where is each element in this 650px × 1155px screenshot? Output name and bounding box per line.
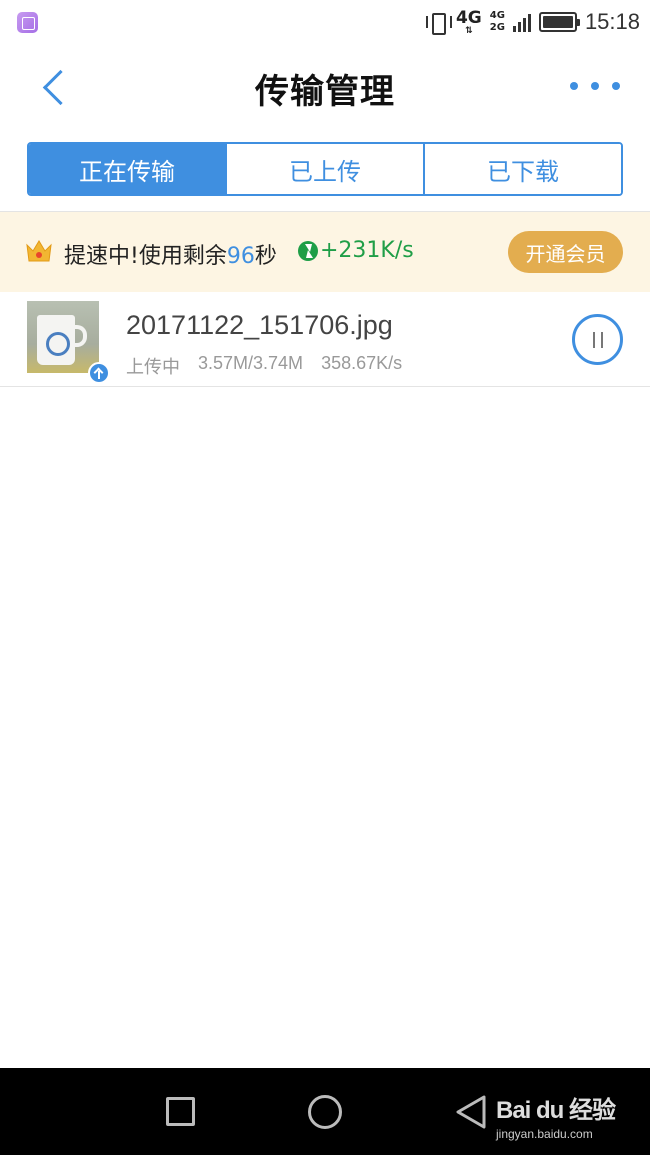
status-bar: 4G ⇅ 4G 2G 15:18 bbox=[0, 0, 650, 44]
home-icon[interactable] bbox=[308, 1095, 342, 1129]
upload-arrow-icon bbox=[88, 362, 110, 384]
pause-button[interactable] bbox=[572, 314, 623, 365]
transfer-status: 上传中 bbox=[126, 357, 180, 377]
remaining-seconds: 96 bbox=[226, 244, 255, 269]
system-nav-bar: Bai du 经验 jingyan.baidu.com bbox=[0, 1068, 650, 1155]
more-options-icon[interactable] bbox=[570, 74, 620, 98]
open-vip-button[interactable]: 开通会员 bbox=[508, 231, 623, 273]
tab-uploaded[interactable]: 已上传 bbox=[225, 144, 423, 194]
speedup-text: 提速中!使用剩余96秒 bbox=[64, 244, 277, 269]
dual-sim-indicator: 4G 2G bbox=[489, 10, 505, 33]
speedup-banner: 提速中!使用剩余96秒 +231K/s 开通会员 bbox=[0, 212, 650, 292]
status-icons: 4G ⇅ 4G 2G 15:18 bbox=[425, 6, 640, 38]
lightning-icon bbox=[298, 240, 318, 261]
signal-icon bbox=[512, 12, 531, 32]
baidu-watermark: Bai du 经验 jingyan.baidu.com bbox=[496, 1097, 616, 1141]
transfer-meta: 上传中 3.57M/3.74M 358.67K/s bbox=[126, 353, 402, 379]
gallery-notification-icon bbox=[17, 12, 38, 33]
transfer-tabs: 正在传输 已上传 已下载 bbox=[27, 142, 623, 196]
clock: 15:18 bbox=[584, 9, 640, 34]
app-header: 传输管理 bbox=[0, 44, 650, 130]
vibrate-icon bbox=[425, 11, 452, 35]
recent-apps-icon[interactable] bbox=[166, 1097, 195, 1126]
file-thumbnail bbox=[27, 301, 99, 373]
tab-transferring[interactable]: 正在传输 bbox=[29, 144, 225, 194]
transfer-item[interactable]: 20171122_151706.jpg 上传中 3.57M/3.74M 358.… bbox=[0, 292, 650, 387]
pause-icon bbox=[592, 331, 595, 348]
battery-icon bbox=[538, 12, 580, 32]
network-type: 4G ⇅ bbox=[455, 8, 482, 36]
transfer-speed: 358.67K/s bbox=[321, 353, 403, 373]
speed-boost: +231K/s bbox=[298, 238, 414, 263]
file-name: 20171122_151706.jpg bbox=[126, 310, 393, 340]
transfer-progress: 3.57M/3.74M bbox=[198, 353, 304, 373]
tab-downloaded[interactable]: 已下载 bbox=[423, 144, 621, 194]
crown-icon bbox=[26, 240, 52, 262]
page-title: 传输管理 bbox=[255, 72, 395, 112]
